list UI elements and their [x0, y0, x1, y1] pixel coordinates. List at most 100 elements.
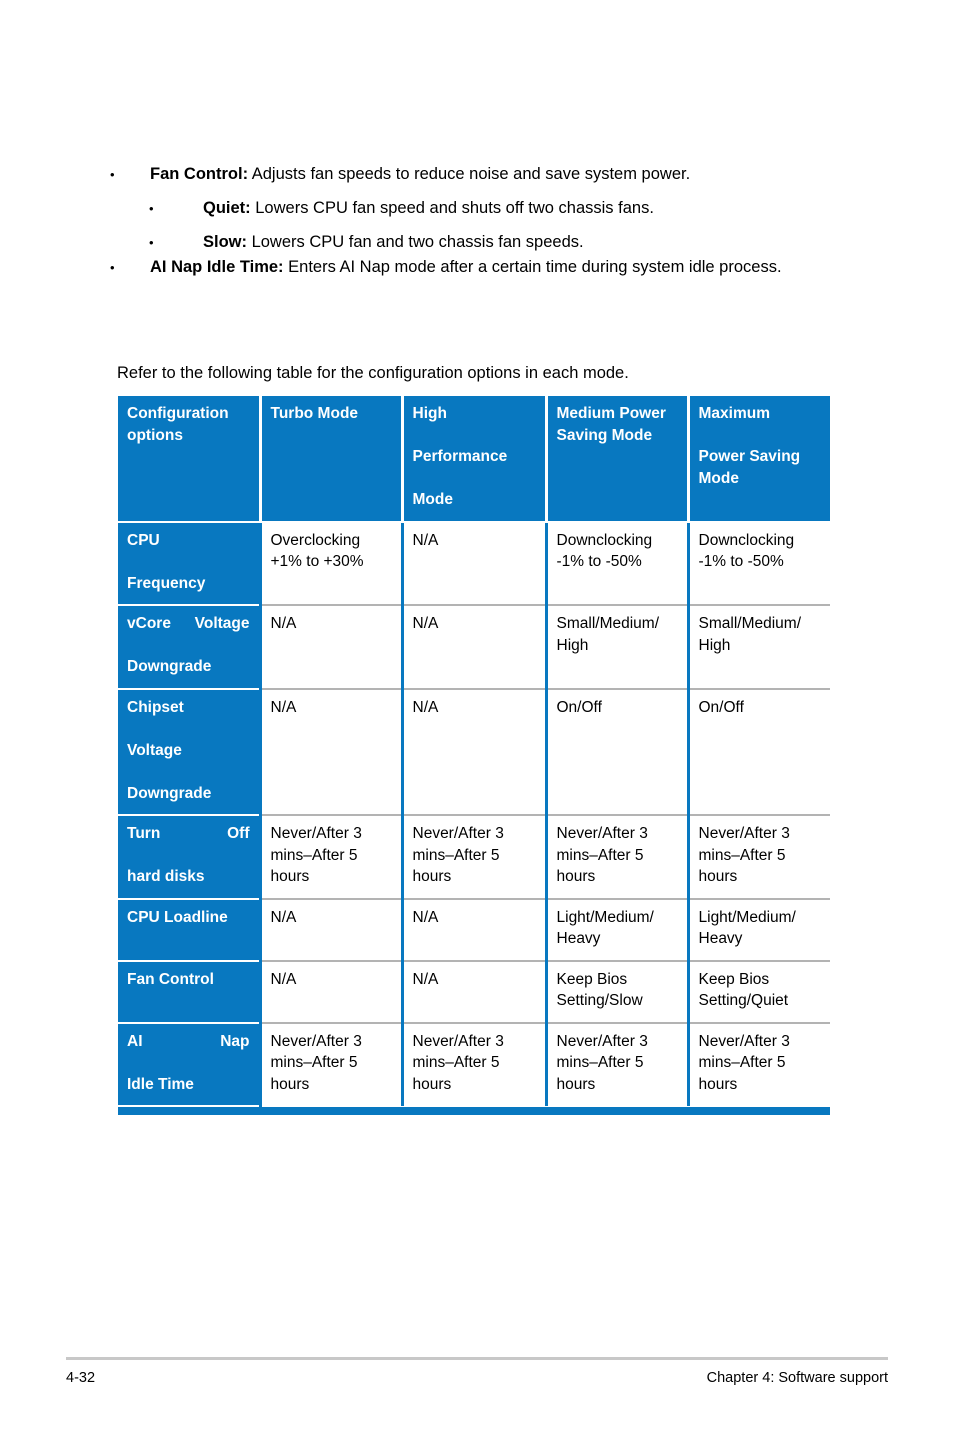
configuration-options-table-wrapper: Configuration options Turbo Mode High Perfor…: [118, 396, 830, 1115]
row-label: CPU Frequency: [118, 521, 260, 606]
table-cell-line: Never/After 3: [698, 825, 790, 842]
table-cell-line: Keep Bios: [556, 970, 628, 988]
table-cell-line: mins–After 5: [412, 1054, 500, 1071]
column-header: Maximum Power Saving Mode: [686, 396, 830, 523]
bullet-marker-icon: •: [149, 201, 154, 216]
row-label-line: hard disks: [127, 868, 205, 885]
table-cell: Small/Medium/High: [686, 605, 830, 690]
bullet-term: Fan Control:: [150, 165, 249, 183]
table-cell-line: mins–After 5: [698, 846, 786, 864]
row-label-line: CPU Loadline: [127, 908, 228, 926]
column-header-line: Power Saving: [698, 448, 801, 465]
table-cell: Small/Medium/High: [544, 605, 688, 690]
table-cell-line: Overclocking: [270, 531, 361, 549]
bullet-item: • Slow: Lowers CPU fan and two chassis fa…: [0, 230, 954, 255]
row-label-line: CPU: [127, 531, 160, 549]
table-cell-line: mins–After 5: [270, 1054, 358, 1071]
column-header-line: Mode: [412, 491, 453, 508]
table-cell-line: Small/Medium/: [556, 615, 660, 632]
table-cell-line: High: [698, 636, 731, 654]
configuration-options-table: Configuration options Turbo Mode High Perfor…: [118, 396, 830, 1107]
column-header: Turbo Mode: [258, 396, 402, 523]
table-cell-line: mins–After 5: [698, 1054, 786, 1071]
table-cell-line: mins–After 5: [556, 1054, 644, 1071]
table-row: Chipset Voltage Downgrade N/A N/A On/Off On/Of…: [118, 688, 830, 816]
table-cell-line: hours: [270, 1075, 310, 1093]
table-cell-line: Downclocking: [698, 531, 795, 549]
table-cell-line: N/A: [270, 908, 297, 926]
row-label: AI Nap Idle Time: [118, 1022, 260, 1107]
table-cell: N/A: [258, 688, 402, 816]
table-cell-line: Never/After 3: [412, 1032, 504, 1050]
table-cell-line: Heavy: [698, 930, 743, 947]
table-cell: Light/Medium/Heavy: [544, 898, 688, 962]
table-row: Turn Off hard disks Never/After 3 mins–Afte…: [118, 815, 830, 900]
row-label-line: Downgrade: [127, 658, 212, 675]
table-cell-line: Light/Medium/: [698, 908, 796, 926]
row-label: Turn Off hard disks: [118, 815, 260, 900]
column-header-line: Maximum: [698, 405, 771, 422]
table-row: AI Nap Idle Time Never/After 3 mins–After 5…: [118, 1022, 830, 1107]
bullet-marker-icon: •: [110, 260, 115, 275]
table-cell: N/A: [258, 605, 402, 690]
table-cell-line: High: [556, 636, 589, 654]
bullet-item: • AI Nap Idle Time: Enters AI Nap mode af…: [0, 255, 954, 280]
table-cell-line: hours: [412, 1075, 452, 1093]
bullet-description: Lowers CPU fan speed and shuts off two c…: [250, 199, 654, 217]
bullet-description: Adjusts fan speeds to reduce noise and s…: [248, 165, 691, 183]
bullet-term: Slow:: [203, 233, 247, 251]
table-cell-line: N/A: [270, 698, 297, 716]
table-cell-line: Setting/Quiet: [698, 992, 789, 1009]
table-cell-line: N/A: [412, 908, 439, 926]
table-cell-line: Never/After 3: [556, 1032, 648, 1050]
table-cell-line: Never/After 3: [412, 825, 504, 842]
bullet-item: • Quiet: Lowers CPU fan speed and shuts o…: [0, 196, 954, 221]
table-cell-line: Small/Medium/: [698, 615, 802, 632]
table-cell: Never/After 3 mins–After 5 hours: [400, 815, 546, 900]
table-cell-line: Never/After 3: [698, 1032, 790, 1050]
table-cell-line: -1% to -50%: [698, 553, 784, 570]
column-header-line: Mode: [698, 469, 739, 487]
table-cell-line: Never/After 3: [270, 825, 362, 842]
bullet-text: Quiet: Lowers CPU fan speed and shuts of…: [203, 196, 843, 221]
column-header-line: Saving Mode: [556, 426, 653, 444]
bullet-marker-icon: •: [149, 235, 154, 250]
table-cell-line: +1% to +30%: [270, 553, 364, 570]
table-cell: Light/Medium/Heavy: [686, 898, 830, 962]
column-header: Configuration options: [118, 396, 260, 523]
table-cell-line: N/A: [270, 970, 297, 988]
table-cell: Never/After 3 mins–After 5 hours: [544, 815, 688, 900]
table-cell: Never/After 3 mins–After 5 hours: [400, 1022, 546, 1106]
row-label-line: vCore Voltage: [127, 615, 250, 632]
row-label-line: Frequency: [127, 574, 206, 592]
table-row: Fan Control N/A N/A Keep Bios Setting/Slow Ke…: [118, 960, 830, 1024]
column-header-line: Performance: [412, 448, 508, 465]
table-row: CPU Frequency Overclocking +1% to +30% N/A Do…: [118, 521, 830, 606]
table-cell: N/A: [400, 605, 546, 690]
table-cell: Keep Bios Setting/Quiet: [686, 960, 830, 1024]
table-cell-line: N/A: [412, 615, 439, 632]
table-cell-line: mins–After 5: [270, 846, 358, 864]
table-cell-line: Setting/Slow: [556, 992, 643, 1009]
column-header-line: Medium Power: [556, 405, 666, 422]
table-cell-line: mins–After 5: [556, 846, 644, 864]
table-cell-line: N/A: [412, 970, 439, 988]
table-cell-line: Heavy: [556, 930, 601, 947]
row-label-line: Downgrade: [127, 784, 212, 802]
table-cell-line: hours: [698, 1075, 738, 1093]
table-cell-line: hours: [412, 868, 452, 885]
table-cell-line: hours: [556, 1075, 596, 1093]
row-label: Fan Control: [118, 960, 260, 1024]
table-cell-line: mins–After 5: [412, 846, 500, 864]
row-label-line: Turn Off: [127, 825, 250, 842]
footer-chapter-label: Chapter 4: Software support: [706, 1370, 888, 1386]
table-cell-line: Light/Medium/: [556, 908, 654, 926]
table-cell: Overclocking +1% to +30%: [258, 521, 402, 606]
table-cell-line: Never/After 3: [270, 1032, 362, 1050]
table-cell-line: Downclocking: [556, 531, 653, 549]
table-cell: Downclocking -1% to -50%: [544, 521, 688, 606]
table-cell: Never/After 3 mins–After 5 hours: [686, 1022, 830, 1106]
table-header-row: Configuration options Turbo Mode High Perfor…: [118, 396, 830, 523]
row-label-line: Idle Time: [127, 1075, 194, 1093]
table-body: Configuration options Turbo Mode High Perfor…: [118, 396, 830, 1107]
